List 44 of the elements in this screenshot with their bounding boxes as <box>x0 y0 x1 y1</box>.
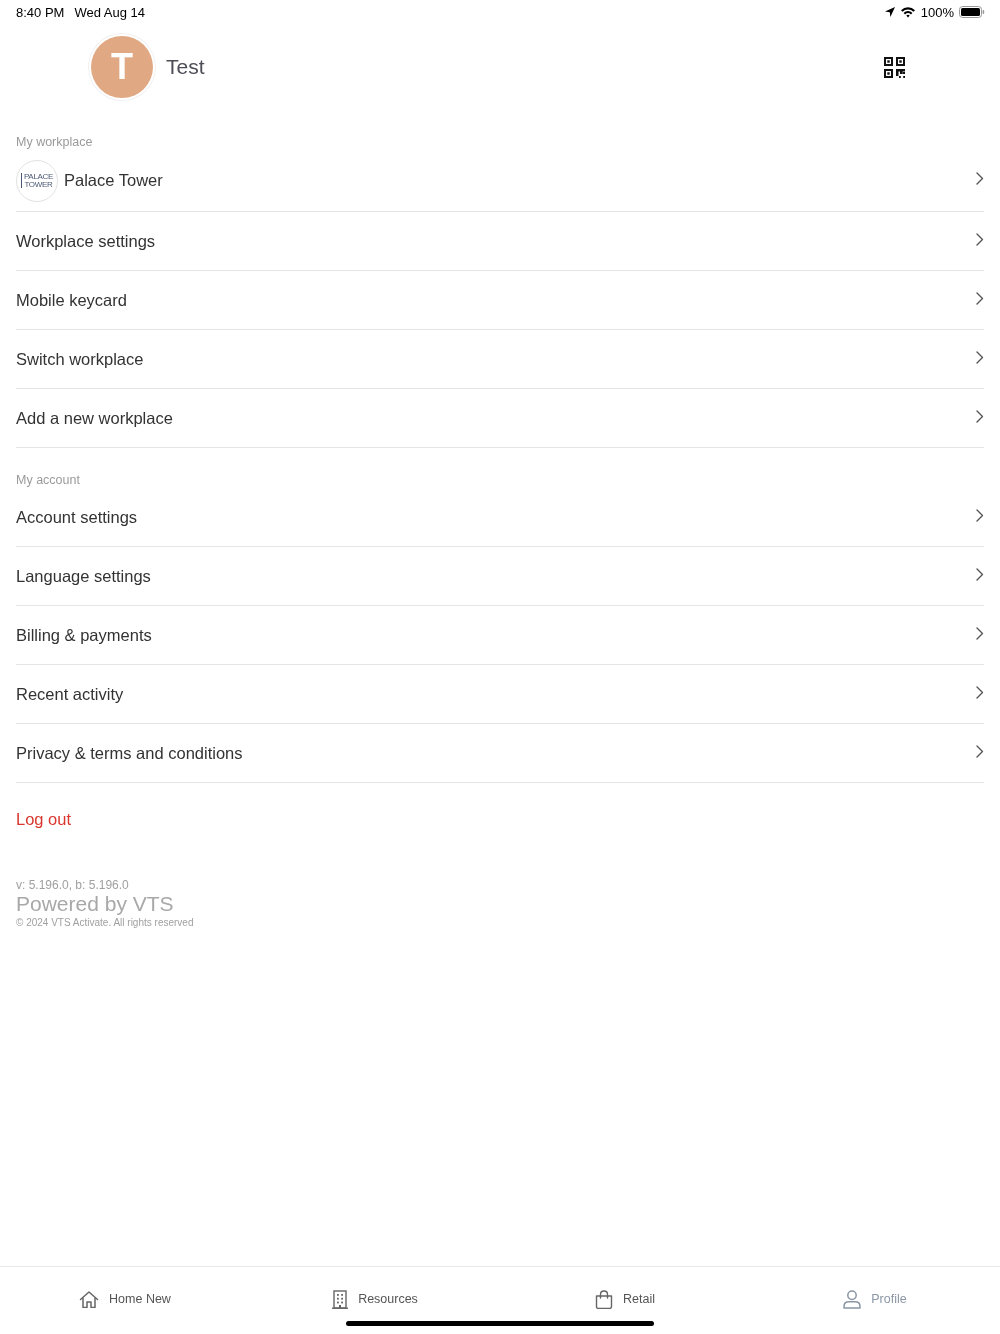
qr-code-icon[interactable] <box>884 56 905 78</box>
logo-text: PALACE TOWER <box>23 172 54 189</box>
chevron-icon <box>976 508 984 522</box>
tab[interactable]: Home New <box>79 1288 171 1310</box>
chevron-icon <box>976 350 984 364</box>
avatar: T <box>91 36 153 98</box>
chevron-icon <box>976 685 984 699</box>
user-name: Test <box>166 55 205 79</box>
battery-icon <box>959 6 985 18</box>
shopping-bag-icon <box>595 1289 613 1309</box>
status-date: Wed Aug 14 <box>74 4 145 20</box>
menu-item[interactable]: Account settings <box>16 488 984 547</box>
chevron-icon <box>976 232 984 246</box>
menu-item[interactable]: Privacy & terms and conditions <box>16 724 984 783</box>
chevron-icon <box>976 172 984 185</box>
home-icon <box>79 1290 100 1308</box>
menu-item[interactable]: Mobile keycard <box>16 271 984 330</box>
section-title: My workplace <box>15 134 94 150</box>
chevron-icon <box>976 626 984 640</box>
version-text: v: 5.196.0, b: 5.196.0 <box>16 878 130 892</box>
tab[interactable]: Resources <box>332 1288 418 1310</box>
workplace-item[interactable]: PALACE TOWER Palace Tower <box>16 150 984 212</box>
copyright-text: © 2024 VTS Activate. All rights reserved <box>16 916 195 930</box>
menu-item[interactable]: Recent activity <box>16 665 984 724</box>
battery-percent: 100% <box>920 4 954 20</box>
logo-line-icon <box>20 173 22 188</box>
chevron-icon <box>976 291 984 305</box>
chevron-icon <box>976 409 984 423</box>
chevron-icon <box>976 744 984 758</box>
status-time: 8:40 PM <box>16 4 65 20</box>
tab[interactable]: Retail <box>595 1288 655 1310</box>
building-icon <box>332 1289 349 1309</box>
logout-button[interactable]: Log out <box>16 783 72 829</box>
menu-item[interactable]: Language settings <box>16 547 984 606</box>
menu-item[interactable]: Add a new workplace <box>16 389 984 448</box>
location-icon <box>884 7 895 17</box>
menu-item[interactable]: Billing & payments <box>16 606 984 665</box>
person-icon <box>843 1289 862 1309</box>
wifi-icon <box>899 6 916 18</box>
powered-by-text: Powered by VTS <box>16 892 175 916</box>
menu-item[interactable]: Workplace settings <box>16 212 984 271</box>
menu-item[interactable]: Switch workplace <box>16 330 984 389</box>
chevron-icon <box>976 567 984 581</box>
section-title: My account <box>15 472 81 488</box>
